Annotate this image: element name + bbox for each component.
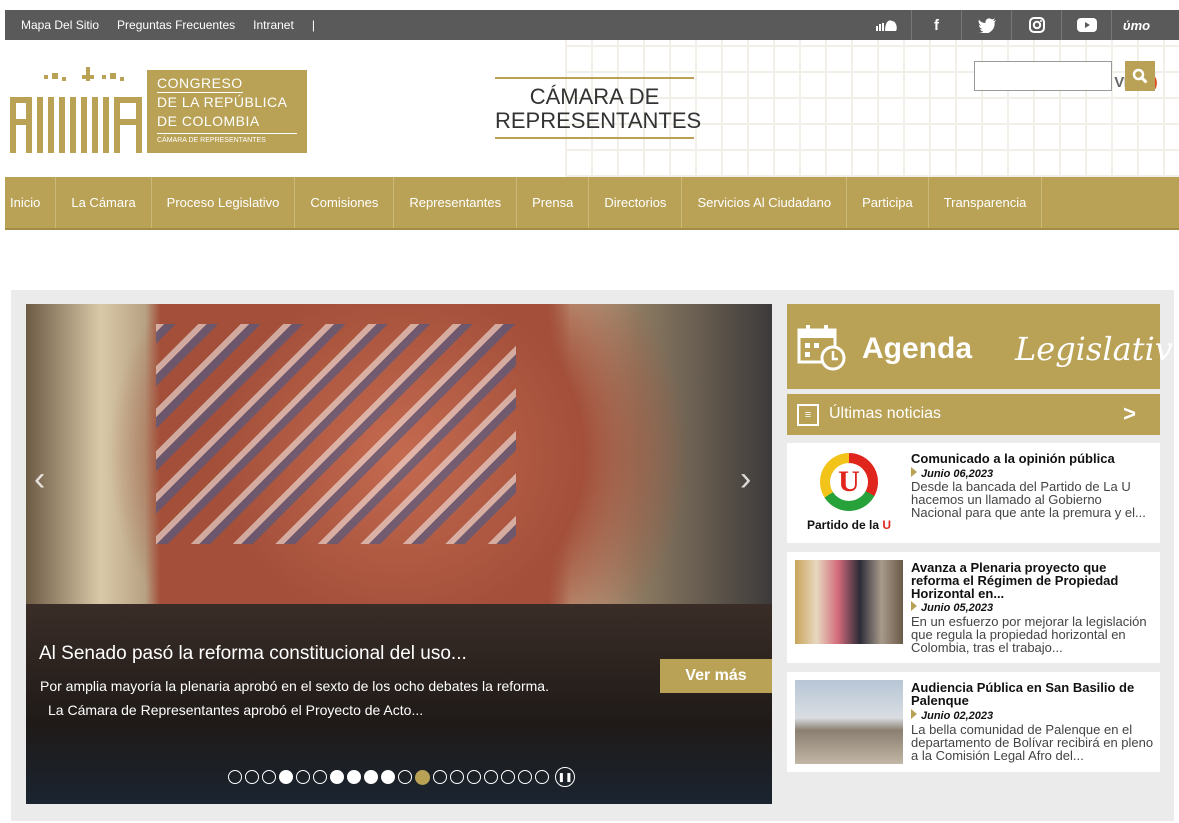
slider-dot[interactable] bbox=[398, 770, 412, 784]
title-rule-top bbox=[495, 77, 694, 79]
news-item[interactable]: Audiencia Pública en San Basilio de Pale… bbox=[787, 672, 1160, 772]
partido-u-label-a: Partido de la bbox=[806, 518, 883, 532]
news-item[interactable]: U Partido de la U Comunicado a la opinió… bbox=[787, 443, 1160, 543]
slide-subtitle-2: La Cámara de Representantes aprobó el Pr… bbox=[48, 702, 424, 718]
slider-dot[interactable] bbox=[347, 770, 361, 784]
slide-title[interactable]: Al Senado pasó la reforma constitucional… bbox=[39, 643, 467, 665]
slide-mural bbox=[156, 324, 516, 544]
news-summary: La bella comunidad de Palenque en el dep… bbox=[911, 722, 1154, 763]
news-thumbnail[interactable] bbox=[795, 560, 903, 644]
slider-dot[interactable] bbox=[364, 770, 378, 784]
sound-icon[interactable]: ύmo bbox=[1111, 10, 1161, 40]
main-nav: Inicio La Cámara Proceso Legislativo Com… bbox=[5, 177, 1179, 230]
latest-news-header[interactable]: ≡ Últimas noticias > bbox=[787, 394, 1160, 435]
congress-logo[interactable]: CONGRESO DE LA REPÚBLICA DE COLOMBIA CÁM… bbox=[10, 67, 308, 153]
nav-item-comisiones[interactable]: Comisiones bbox=[295, 177, 395, 228]
slider-dot[interactable] bbox=[501, 770, 515, 784]
nav-item-proceso-legislativo[interactable]: Proceso Legislativo bbox=[152, 177, 296, 228]
slider-next-arrow[interactable]: › bbox=[740, 460, 751, 499]
slider-dot[interactable] bbox=[245, 770, 259, 784]
slider-dot[interactable] bbox=[228, 770, 242, 784]
facebook-icon[interactable]: f bbox=[911, 10, 961, 40]
nav-item-servicios[interactable]: Servicios Al Ciudadano bbox=[682, 177, 848, 228]
nav-item-representantes[interactable]: Representantes bbox=[394, 177, 518, 228]
agenda-word: Agenda bbox=[862, 332, 973, 365]
slider-dot[interactable] bbox=[518, 770, 532, 784]
news-date: Junio 05,2023 bbox=[911, 601, 993, 614]
slider-dot[interactable] bbox=[535, 770, 549, 784]
congress-logo-text: CONGRESO DE LA REPÚBLICA DE COLOMBIA CÁM… bbox=[147, 70, 307, 153]
ver-mas-button[interactable]: Ver más bbox=[660, 659, 772, 693]
top-links-divider: | bbox=[311, 18, 315, 32]
news-summary: Desde la bancada del Partido de La U hac… bbox=[911, 479, 1146, 520]
slider-dots: ❚❚ bbox=[228, 767, 575, 787]
slider-dot[interactable] bbox=[450, 770, 464, 784]
logo-line-2: DE LA REPÚBLICA bbox=[157, 94, 288, 110]
slider-dot[interactable] bbox=[262, 770, 276, 784]
nav-item-directorios[interactable]: Directorios bbox=[589, 177, 683, 228]
news-summary: En un esfuerzo por mejorar la legislació… bbox=[911, 614, 1147, 655]
slider-dot[interactable] bbox=[330, 770, 344, 784]
logo-line-1: CONGRESO bbox=[157, 75, 243, 93]
youtube-icon[interactable] bbox=[1061, 10, 1111, 40]
nav-item-participa[interactable]: Participa bbox=[847, 177, 929, 228]
news-document-icon: ≡ bbox=[797, 404, 819, 426]
intranet-link[interactable]: Intranet bbox=[253, 18, 294, 32]
chamber-title-line-1: CÁMARA DE bbox=[529, 84, 660, 109]
search-icon bbox=[1132, 68, 1148, 84]
news-item[interactable]: Avanza a Plenaria proyecto que reforma e… bbox=[787, 552, 1160, 663]
soundcloud-icon[interactable] bbox=[861, 10, 911, 40]
chamber-title: CÁMARA DE REPRESENTANTES bbox=[495, 77, 702, 139]
twitter-icon[interactable] bbox=[961, 10, 1011, 40]
title-rule-bottom bbox=[495, 137, 694, 139]
top-links: Mapa Del Sitio Preguntas Frecuentes Intr… bbox=[21, 10, 315, 40]
slider-dot[interactable] bbox=[467, 770, 481, 784]
news-title[interactable]: Avanza a Plenaria proyecto que reforma e… bbox=[911, 561, 1151, 600]
news-title[interactable]: Audiencia Pública en San Basilio de Pale… bbox=[911, 681, 1151, 707]
nav-item-transparencia[interactable]: Transparencia bbox=[929, 177, 1043, 228]
slider-dot[interactable] bbox=[415, 769, 430, 785]
slider-dot[interactable] bbox=[279, 770, 293, 784]
instagram-icon[interactable] bbox=[1011, 10, 1061, 40]
latest-news-label: Últimas noticias bbox=[829, 405, 942, 422]
faq-link[interactable]: Preguntas Frecuentes bbox=[117, 18, 235, 32]
chamber-title-line-2: REPRESENTANTES bbox=[495, 108, 702, 133]
calendar-clock-icon bbox=[797, 325, 846, 371]
slider-prev-arrow[interactable]: ‹ bbox=[34, 460, 45, 499]
partido-u-label-b: U bbox=[882, 518, 892, 532]
nav-item-inicio[interactable]: Inicio bbox=[5, 177, 57, 228]
slider-dot[interactable] bbox=[296, 770, 310, 784]
sitemap-link[interactable]: Mapa Del Sitio bbox=[21, 18, 99, 32]
capitol-icon bbox=[10, 67, 142, 153]
agenda-legislativa-banner[interactable]: Agenda Legislativa bbox=[787, 304, 1179, 389]
slider-dot[interactable] bbox=[484, 770, 498, 784]
nav-item-prensa[interactable]: Prensa bbox=[517, 177, 590, 228]
logo-line-4: CÁMARA DE REPRESENTANTES bbox=[157, 133, 297, 146]
slide-subtitle: Por amplia mayoría la plenaria aprobó en… bbox=[40, 678, 549, 694]
nav-item-la-camara[interactable]: La Cámara bbox=[56, 177, 152, 228]
news-title[interactable]: Comunicado a la opinión pública bbox=[911, 452, 1151, 465]
partido-u-letter: U bbox=[830, 463, 868, 501]
partido-u-logo: U Partido de la U bbox=[801, 453, 897, 533]
partido-u-label: Partido de la U bbox=[801, 518, 897, 532]
slider-dot[interactable] bbox=[313, 770, 327, 784]
slider-dot[interactable] bbox=[381, 770, 395, 784]
logo-line-3: DE COLOMBIA bbox=[157, 113, 260, 129]
social-links: f ύmo bbox=[861, 10, 1161, 40]
news-date: Junio 02,2023 bbox=[911, 709, 993, 722]
pause-icon[interactable]: ❚❚ bbox=[555, 767, 575, 787]
legislativa-word: Legislativa bbox=[1015, 330, 1179, 368]
slider-dot[interactable] bbox=[433, 770, 447, 784]
search-button[interactable] bbox=[1125, 61, 1155, 91]
search-input[interactable] bbox=[974, 61, 1112, 91]
chevron-right-icon[interactable]: > bbox=[1123, 401, 1136, 427]
top-bar: Mapa Del Sitio Preguntas Frecuentes Intr… bbox=[5, 10, 1179, 40]
news-thumbnail[interactable] bbox=[795, 680, 903, 764]
